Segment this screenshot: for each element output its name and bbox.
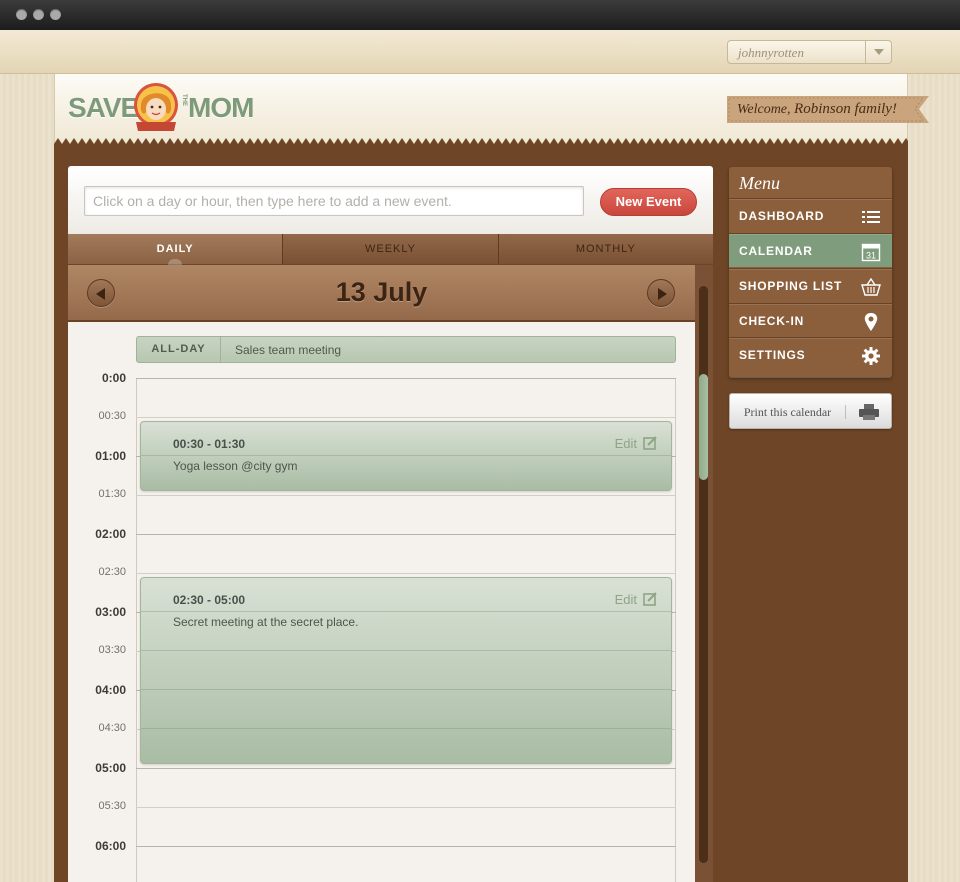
hour-line [136, 495, 676, 496]
window-zoom-button[interactable] [50, 9, 61, 20]
time-label: 03:30 [98, 644, 126, 656]
time-label: 01:00 [95, 449, 126, 463]
user-select-value: johnnyrotten [738, 45, 804, 60]
gear-icon [862, 347, 880, 365]
scrollbar-thumb[interactable] [699, 374, 708, 480]
new-event-button[interactable]: New Event [600, 188, 697, 216]
time-label: 05:30 [98, 800, 126, 812]
hour-line [136, 846, 676, 847]
background-left [0, 74, 54, 882]
background-right [908, 74, 960, 882]
time-label: 05:00 [95, 761, 126, 775]
calendar-panel: New Event DAILY WEEKLY MONTHLY 13 July A… [68, 166, 713, 882]
user-select[interactable]: johnnyrotten [727, 40, 892, 64]
event-title: Secret meeting at the secret place. [173, 615, 359, 629]
scrollbar-rail[interactable] [699, 286, 708, 863]
arrow-right-icon [658, 288, 667, 300]
hour-line [136, 534, 676, 535]
all-day-label: ALL-DAY [137, 337, 221, 362]
hour-line [136, 378, 676, 379]
list-icon [862, 211, 880, 223]
time-label: 0:00 [101, 371, 126, 385]
sidebar-item-dashboard[interactable]: DASHBOARD [729, 198, 892, 232]
sidebar-item-label: CHECK-IN [739, 314, 805, 328]
user-select-toggle[interactable] [865, 41, 891, 63]
chevron-down-icon [874, 49, 884, 55]
event-time: 00:30 - 01:30 [173, 437, 246, 451]
event-card[interactable]: 02:30 - 05:00 Secret meeting at the secr… [140, 577, 672, 764]
tab-daily[interactable]: DAILY [68, 234, 284, 265]
location-pin-icon [864, 313, 878, 331]
window-close-button[interactable] [16, 9, 27, 20]
time-label: 06:00 [95, 839, 126, 853]
edit-label: Edit [614, 592, 637, 607]
all-day-row[interactable]: ALL-DAY Sales team meeting [136, 336, 676, 363]
logo-word-mom: MOM [188, 92, 254, 123]
next-day-button[interactable] [647, 279, 675, 307]
welcome-family-name: Robinson family! [794, 101, 897, 117]
sidebar-item-settings[interactable]: SETTINGS [729, 337, 892, 371]
edit-icon [643, 436, 657, 450]
calendar-icon-day: 31 [866, 251, 876, 261]
window-titlebar [0, 0, 960, 30]
zigzag-divider [54, 138, 908, 152]
sidebar-item-label: SHOPPING LIST [739, 279, 843, 293]
edit-icon [643, 592, 657, 606]
time-label: 02:30 [98, 566, 126, 578]
time-label: 04:00 [95, 683, 126, 697]
slot-line [141, 650, 671, 651]
logo[interactable]: SAVE THE MOM [68, 82, 254, 134]
sidebar-item-check-in[interactable]: CHECK-IN [729, 303, 892, 337]
welcome-ribbon: Welcome, Robinson family! [727, 96, 929, 123]
sidebar-item-label: DASHBOARD [739, 209, 825, 223]
print-calendar-button[interactable]: Print this calendar [729, 393, 892, 429]
time-label: 03:00 [95, 605, 126, 619]
printer-icon [859, 404, 879, 420]
edit-label: Edit [614, 436, 637, 451]
event-title: Yoga lesson @city gym [173, 459, 298, 473]
edit-event-button[interactable]: Edit [615, 436, 657, 451]
tab-monthly[interactable]: MONTHLY [499, 234, 713, 264]
sidebar-item-shopping-list[interactable]: SHOPPING LIST [729, 268, 892, 302]
sidebar-menu: Menu DASHBOARD CALENDAR 31 SHOPPING LIST… [729, 167, 892, 377]
all-day-event[interactable]: Sales team meeting [235, 343, 341, 357]
print-calendar-label: Print this calendar [730, 405, 846, 419]
sidebar-item-label: CALENDAR [739, 244, 813, 258]
edit-event-button[interactable]: Edit [615, 592, 657, 607]
time-label: 00:30 [98, 410, 126, 422]
menu-title: Menu [739, 173, 780, 193]
welcome-text: Welcome, Robinson family! [737, 101, 897, 118]
hour-line [136, 807, 676, 808]
date-header: 13 July [68, 265, 695, 322]
time-label: 02:00 [95, 527, 126, 541]
time-label: 01:30 [98, 488, 126, 500]
date-title: 13 July [335, 277, 428, 307]
add-event-bar: New Event [68, 166, 713, 234]
logo-word-the: THE [181, 94, 187, 106]
view-tabs: DAILY WEEKLY MONTHLY [68, 234, 713, 265]
day-grid: ALL-DAY Sales team meeting 0:00 00:30 01:0… [68, 322, 695, 882]
welcome-prefix: Welcome, [737, 102, 791, 117]
slot-line [141, 455, 671, 456]
tab-weekly[interactable]: WEEKLY [283, 234, 499, 264]
slot-line [141, 728, 671, 729]
slot-line [141, 689, 671, 690]
mom-avatar-icon [134, 83, 178, 131]
sidebar-item-label: SETTINGS [739, 348, 806, 362]
hour-line [136, 417, 676, 418]
logo-word-save: SAVE [68, 92, 139, 123]
time-label: 04:30 [98, 722, 126, 734]
hour-line [136, 573, 676, 574]
basket-icon [861, 277, 881, 296]
window-minimize-button[interactable] [33, 9, 44, 20]
hour-line [136, 768, 676, 769]
sidebar-item-calendar[interactable]: CALENDAR 31 [729, 233, 892, 267]
calendar-icon: 31 [861, 243, 881, 262]
slot-line [141, 611, 671, 612]
event-card[interactable]: 00:30 - 01:30 Yoga lesson @city gym Edit [140, 421, 672, 491]
new-event-input[interactable] [84, 186, 584, 216]
event-time: 02:30 - 05:00 [173, 593, 246, 607]
